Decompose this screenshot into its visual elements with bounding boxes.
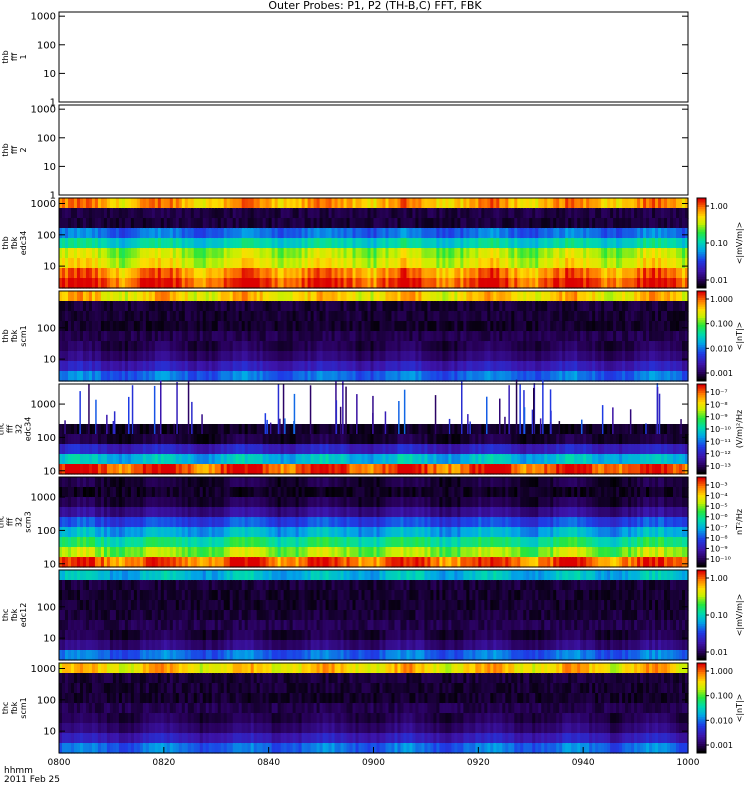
ytick-label: 100 — [37, 323, 56, 334]
ylabel-line: thb — [1, 143, 10, 156]
spectrogram-figure: Outer Probes: P1, P2 (TH-B,C) FFT, FBK 1… — [0, 0, 750, 800]
ylabel-line: 1 — [19, 54, 28, 59]
ytick-label: 100 — [37, 230, 56, 241]
colorbar-tick-label: 0.010 — [710, 344, 733, 353]
ytick-label: 10 — [43, 69, 56, 80]
ytick-label: 10 — [43, 355, 56, 366]
ytick-label: 1000 — [31, 12, 56, 23]
panel-4-heatmap — [59, 291, 689, 382]
colorbar-tick-label: 0.10 — [710, 239, 728, 248]
ylabel-line: thb — [1, 50, 10, 63]
panel-2-frame — [58, 104, 689, 196]
ytick-label: 10 — [43, 262, 56, 273]
ylabel-line: fff — [10, 146, 19, 155]
panel-3-ylabel: thb fbk edc34 — [1, 231, 28, 256]
colorbar-label-text: <|nT|> — [735, 322, 744, 351]
ylabel-line: fbk — [10, 329, 19, 342]
colorbar-label: <|mV/m|> — [735, 222, 744, 265]
ylabel-line: fbk — [10, 236, 19, 249]
ylabel-line: thb — [1, 236, 10, 249]
panel-3: 1000 100 10 thb fbk edc34 1.00 0.10 0.01 <|mV/m|> — [1, 197, 744, 289]
panel-4-colorbar: 1.000 0.100 0.010 0.001 <|nT|> — [696, 290, 744, 382]
panel-5: 100010010thc fff 32 edc3410⁻⁷10⁻⁸10⁻⁹10⁻¹⁰1… — [0, 379, 744, 477]
plots-canvas: 1000100101thb fff 11000100101thb fff 2100010… — [0, 11, 744, 768]
colorbar-label: <|nT|> — [735, 322, 744, 351]
ylabel-line: thb — [1, 329, 10, 342]
ytick-label: 100 — [37, 133, 56, 144]
colorbar-tick-label: 1.00 — [710, 202, 728, 211]
colorbar-tick-label: 1.000 — [710, 295, 733, 304]
colorbar-tick-label: 0.100 — [710, 320, 733, 329]
panel-1-ylabel: thb fff 1 — [1, 50, 28, 63]
ylabel-line: fff — [10, 53, 19, 62]
panel-1-frame — [58, 11, 689, 103]
panel-1: 1000 100 10 1thb fff 1 — [1, 11, 689, 109]
ylabel-line: 2 — [19, 147, 28, 152]
ytick-label: 100 — [37, 40, 56, 51]
panel-2-ylabel: thb fff 2 — [1, 143, 28, 156]
panel-4-ylabel: thb fbk scm1 — [1, 325, 28, 346]
panel-3-colorbar: 1.00 0.10 0.01 <|mV/m|> — [696, 197, 744, 289]
panel-3-heatmap — [59, 198, 689, 289]
panel-4: 100 10 thb fbk scm1 1.000 0.100 0.010 0.001 <|nT|… — [1, 290, 744, 382]
ylabel-line: scm1 — [19, 325, 28, 346]
ylabel-line: edc34 — [19, 231, 28, 256]
panel-2: 1000100101thb fff 2 — [1, 104, 689, 202]
colorbar-tick-label: 0.01 — [710, 276, 728, 285]
ytick-label: 10 — [43, 162, 56, 173]
colorbar-tick-label: 0.001 — [710, 369, 733, 378]
colorbar-label-text: <|mV/m|> — [735, 222, 744, 265]
ytick-label: 1000 — [31, 105, 56, 116]
ytick-label: 1000 — [31, 199, 56, 210]
panel-5-heatmap — [59, 379, 689, 475]
